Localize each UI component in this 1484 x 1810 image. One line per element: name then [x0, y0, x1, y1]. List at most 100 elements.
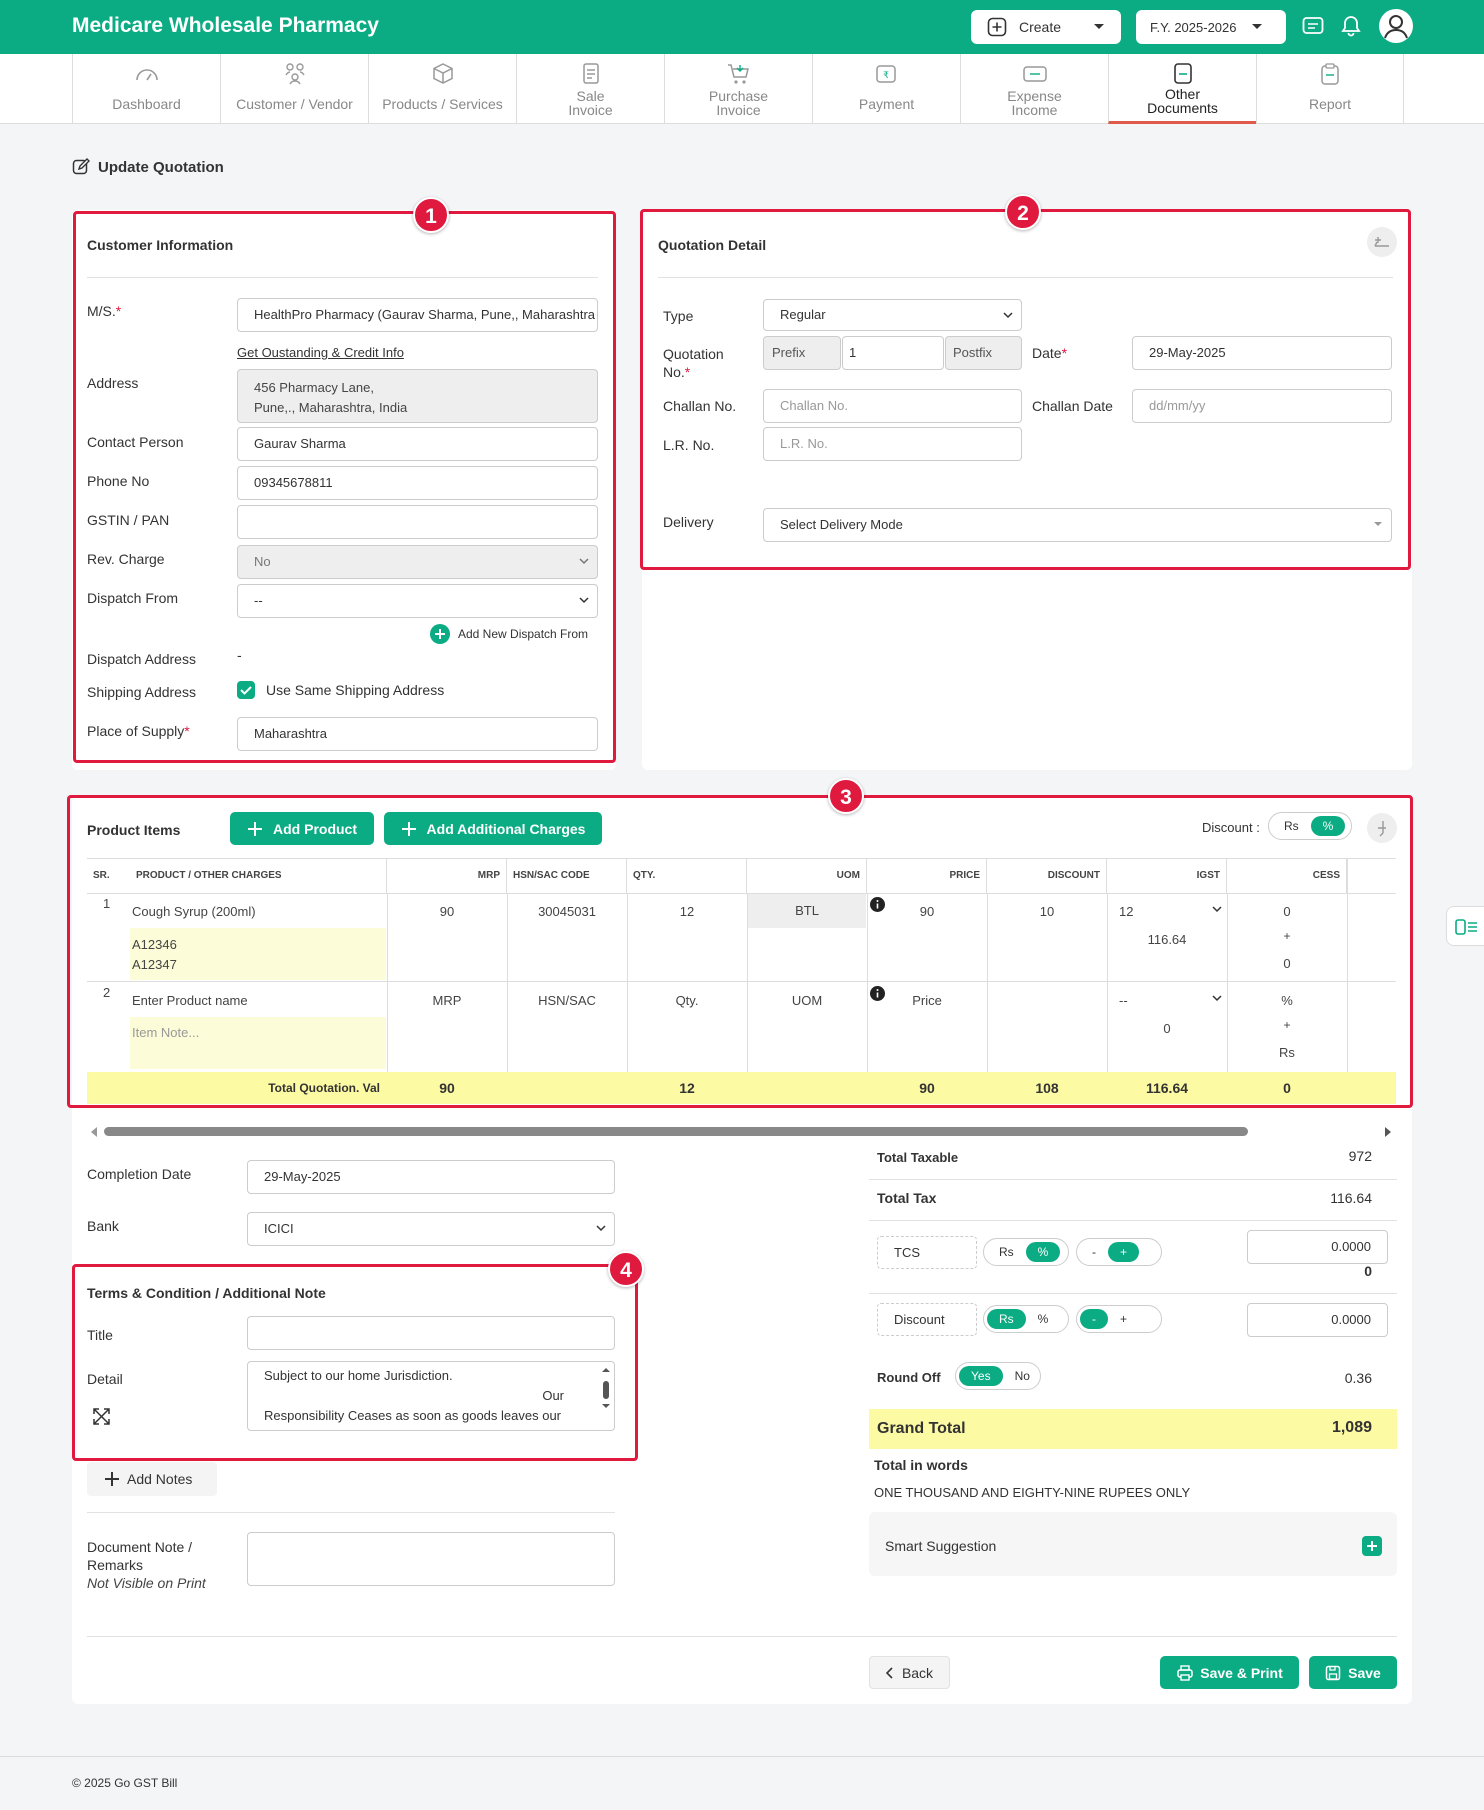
tab-customer-vendor[interactable]: Customer / Vendor: [220, 54, 368, 124]
gstin-input[interactable]: [237, 505, 598, 539]
delivery-select[interactable]: Select Delivery Mode: [763, 508, 1392, 542]
tab-label: Payment: [858, 96, 915, 112]
tcs-sign-toggle[interactable]: - +: [1076, 1238, 1162, 1266]
terms-title-input[interactable]: [247, 1316, 615, 1350]
completion-date-input[interactable]: 29-May-2025: [247, 1160, 615, 1194]
item-note-textarea[interactable]: Item Note...: [130, 1017, 386, 1069]
price-input[interactable]: Price: [867, 993, 987, 1008]
tab-payment[interactable]: ₹ Payment: [812, 54, 960, 124]
users-icon: [282, 62, 308, 86]
add-charges-button[interactable]: Add Additional Charges: [384, 812, 602, 845]
tab-purchase-invoice[interactable]: Purchase Invoice: [664, 54, 812, 124]
total-in-words-value: ONE THOUSAND AND EIGHTY-NINE RUPEES ONLY: [874, 1485, 1191, 1500]
igst-select[interactable]: 12: [1119, 904, 1133, 919]
place-of-supply-input[interactable]: Maharashtra: [237, 717, 598, 751]
discount-rs-option[interactable]: Rs: [987, 1309, 1026, 1329]
hsn-input[interactable]: HSN/SAC: [507, 993, 627, 1008]
quotation-number-input[interactable]: 1: [842, 336, 944, 370]
prefix-input[interactable]: Prefix: [763, 336, 841, 370]
qty-input[interactable]: 12: [627, 904, 747, 919]
hsn-input[interactable]: 30045031: [507, 904, 627, 919]
add-dispatch-button[interactable]: Add New Dispatch From: [430, 624, 588, 644]
textarea-scrollbar[interactable]: [601, 1366, 611, 1426]
challan-date-input[interactable]: dd/mm/yy: [1132, 389, 1392, 423]
extra-discount-input[interactable]: 0.0000: [1247, 1303, 1388, 1337]
lr-no-input[interactable]: L.R. No.: [763, 427, 1022, 461]
mrp-input[interactable]: 90: [387, 904, 507, 919]
save-button[interactable]: Save: [1309, 1656, 1397, 1689]
scroll-right-icon[interactable]: [1384, 1127, 1392, 1137]
create-button[interactable]: Create: [971, 10, 1121, 44]
expand-icon[interactable]: [93, 1408, 110, 1425]
tcs-minus-option[interactable]: -: [1080, 1242, 1108, 1262]
chat-icon[interactable]: [1302, 16, 1324, 36]
mrp-input[interactable]: MRP: [387, 993, 507, 1008]
clipboard-icon: [1317, 62, 1343, 86]
uom-field[interactable]: BTL: [748, 894, 866, 928]
user-avatar-icon[interactable]: [1379, 9, 1413, 43]
tab-sale-invoice[interactable]: Sale Invoice: [516, 54, 664, 124]
round-off-toggle[interactable]: Yes No: [955, 1362, 1041, 1390]
round-off-no-option[interactable]: No: [1003, 1366, 1042, 1386]
tab-dashboard[interactable]: Dashboard: [72, 54, 220, 124]
tcs-input[interactable]: 0.0000: [1247, 1230, 1388, 1264]
product-name-input[interactable]: Cough Syrup (200ml): [132, 904, 256, 919]
dispatch-from-select[interactable]: --: [237, 584, 598, 618]
discount-minus-option[interactable]: -: [1080, 1309, 1108, 1329]
tcs-mode-toggle[interactable]: Rs %: [983, 1238, 1069, 1266]
customer-name-input[interactable]: HealthPro Pharmacy (Gaurav Sharma, Pune,…: [237, 298, 598, 332]
contact-input[interactable]: Gaurav Sharma: [237, 427, 598, 461]
discount-input[interactable]: 10: [987, 904, 1107, 919]
cess-amount-input[interactable]: 0: [1227, 956, 1347, 971]
round-off-yes-option[interactable]: Yes: [959, 1366, 1003, 1386]
discount-rs-option[interactable]: Rs: [1272, 816, 1311, 836]
credit-info-link[interactable]: Get Oustanding & Credit Info: [237, 345, 404, 360]
phone-input[interactable]: 09345678811: [237, 466, 598, 500]
add-notes-button[interactable]: Add Notes: [87, 1462, 217, 1496]
bank-select[interactable]: ICICI: [247, 1212, 615, 1246]
rev-charge-select[interactable]: No: [237, 545, 598, 579]
back-button[interactable]: Back: [869, 1656, 950, 1689]
postfix-input[interactable]: Postfix: [945, 336, 1022, 370]
price-input[interactable]: 90: [867, 904, 987, 919]
discount-sign-toggle[interactable]: - +: [1076, 1305, 1162, 1333]
terms-detail-textarea[interactable]: Subject to our home Jurisdiction. Our Re…: [247, 1361, 615, 1431]
tab-products-services[interactable]: Products / Services: [368, 54, 516, 124]
cess-pct-input[interactable]: 0: [1227, 904, 1347, 919]
tcs-plus-option[interactable]: +: [1108, 1242, 1140, 1262]
challan-no-input[interactable]: Challan No.: [763, 389, 1022, 423]
cess-pct-input[interactable]: %: [1227, 993, 1347, 1008]
svg-text:₹: ₹: [883, 71, 889, 81]
plus-square-icon[interactable]: [1362, 1536, 1382, 1556]
uom-input[interactable]: UOM: [747, 993, 867, 1008]
horizontal-scrollbar[interactable]: [104, 1127, 1248, 1136]
floating-side-tab[interactable]: [1446, 906, 1484, 946]
save-print-button[interactable]: Save & Print: [1160, 1656, 1299, 1689]
qty-input[interactable]: Qty.: [627, 993, 747, 1008]
column-settings-icon[interactable]: [1367, 813, 1397, 843]
settings-toggle-icon[interactable]: [1367, 227, 1397, 257]
bell-icon[interactable]: [1341, 15, 1361, 37]
tab-expense-income[interactable]: Expense Income: [960, 54, 1108, 124]
item-note-textarea[interactable]: A12346 A12347: [130, 928, 386, 980]
discount-mode-toggle[interactable]: Rs %: [1268, 812, 1352, 840]
discount-plus-option[interactable]: +: [1108, 1309, 1139, 1329]
address-textarea[interactable]: 456 Pharmacy Lane, Pune,., Maharashtra, …: [237, 369, 598, 423]
discount-pct-option[interactable]: %: [1026, 1309, 1061, 1329]
discount-mode-toggle[interactable]: Rs %: [983, 1305, 1069, 1333]
cess-amount-input[interactable]: Rs: [1227, 1045, 1347, 1060]
date-input[interactable]: 29-May-2025: [1132, 336, 1392, 370]
type-select[interactable]: Regular: [763, 299, 1022, 331]
fy-selector[interactable]: F.Y. 2025-2026: [1136, 10, 1286, 44]
product-name-input[interactable]: Enter Product name: [132, 993, 248, 1008]
tcs-pct-option[interactable]: %: [1025, 1242, 1061, 1262]
document-note-textarea[interactable]: [247, 1532, 615, 1586]
add-product-button[interactable]: Add Product: [230, 812, 374, 845]
igst-select[interactable]: --: [1119, 993, 1128, 1008]
same-shipping-checkbox[interactable]: Use Same Shipping Address: [237, 681, 444, 699]
tcs-rs-option[interactable]: Rs: [987, 1242, 1026, 1262]
scroll-left-icon[interactable]: [90, 1127, 98, 1137]
tab-other-documents[interactable]: Other Documents: [1108, 54, 1256, 124]
discount-pct-option[interactable]: %: [1310, 816, 1346, 836]
tab-report[interactable]: Report: [1256, 54, 1404, 124]
